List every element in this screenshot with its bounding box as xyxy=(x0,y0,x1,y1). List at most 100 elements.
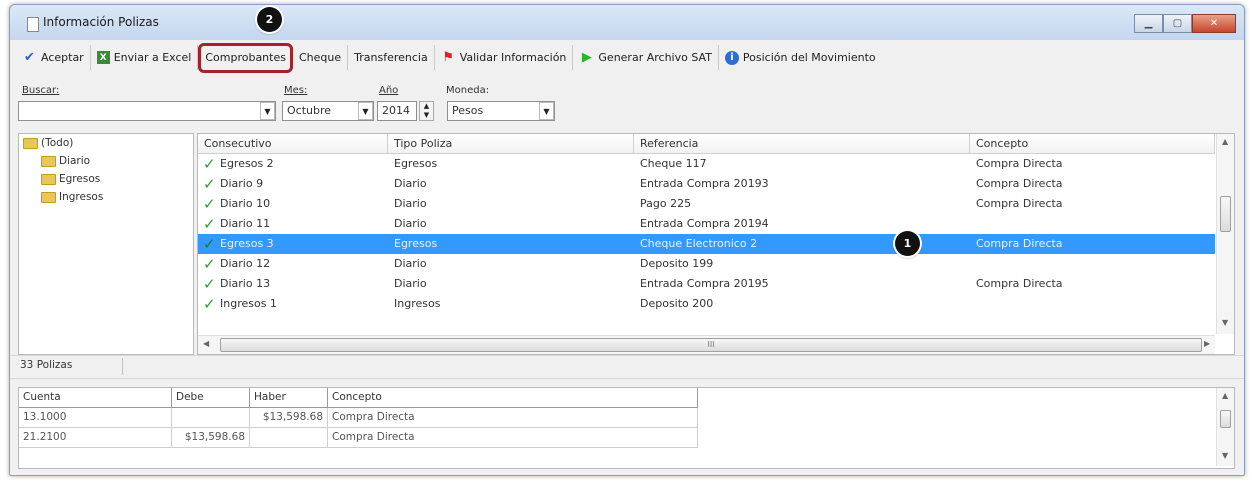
column-header-referencia[interactable]: Referencia xyxy=(634,134,970,154)
mes-label: Mes: xyxy=(284,85,308,96)
tree-node-label: (Todo) xyxy=(41,137,74,149)
table-row[interactable]: ✓ Diario 12 Diario Deposito 199 xyxy=(198,254,1215,274)
enviar-excel-button[interactable]: X Enviar a Excel xyxy=(91,45,199,70)
cell-referencia: Deposito 199 xyxy=(640,257,714,270)
tree-node-todo[interactable]: (Todo) xyxy=(23,137,73,149)
anio-label: Año xyxy=(379,85,399,96)
detail-header-debe[interactable]: Debe xyxy=(172,388,250,408)
detail-cell-debe[interactable]: $13,598.68 xyxy=(172,428,250,448)
detail-header-haber[interactable]: Haber xyxy=(250,388,328,408)
vertical-scroll-thumb[interactable] xyxy=(1220,196,1231,232)
toolbar: ✔ Aceptar X Enviar a Excel Comprobantes … xyxy=(10,42,1244,73)
cell-consecutivo: Diario 13 xyxy=(220,277,271,290)
scroll-left-icon[interactable]: ◀ xyxy=(203,339,209,348)
title-bar: Información Polizas ▁ ▢ ✕ xyxy=(10,5,1244,40)
tree-node-diario[interactable]: Diario xyxy=(41,155,90,167)
detail-cell-haber[interactable]: $13,598.68 xyxy=(250,408,328,428)
table-row-selected[interactable]: ✓ Egresos 3 Egresos Cheque Electronico 2… xyxy=(198,234,1215,254)
table-row[interactable]: ✓ Diario 13 Diario Entrada Compra 20195 … xyxy=(198,274,1215,294)
detail-cell-concepto[interactable]: Compra Directa xyxy=(328,408,698,428)
detail-cell-haber[interactable] xyxy=(250,428,328,448)
validar-informacion-button[interactable]: ⚑ Validar Información xyxy=(435,45,574,70)
cell-referencia: Pago 225 xyxy=(640,197,692,210)
detail-header-concepto[interactable]: Concepto xyxy=(328,388,698,408)
validar-informacion-label: Validar Información xyxy=(459,51,567,64)
detail-cell-cuenta[interactable]: 21.2100 xyxy=(19,428,172,448)
cell-consecutivo: Ingresos 1 xyxy=(220,297,277,310)
tree-node-label: Egresos xyxy=(59,173,101,185)
grid-horizontal-scrollbar[interactable]: ◀ III ▶ xyxy=(198,335,1215,354)
callout-badge-1: 1 xyxy=(895,231,920,256)
transferencia-button[interactable]: Transferencia xyxy=(348,45,435,70)
minimize-button[interactable]: ▁ xyxy=(1134,14,1163,33)
cell-referencia: Entrada Compra 20194 xyxy=(640,217,769,230)
check-icon: ✓ xyxy=(203,155,216,173)
aceptar-button[interactable]: ✔ Aceptar xyxy=(16,45,91,70)
column-header-consecutivo[interactable]: Consecutivo xyxy=(198,134,388,154)
scroll-up-icon[interactable]: ▲ xyxy=(1222,137,1228,146)
detail-scroll-thumb[interactable] xyxy=(1220,410,1231,428)
buscar-dropdown-arrow[interactable]: ▼ xyxy=(260,102,275,120)
horizontal-scroll-thumb[interactable]: III xyxy=(220,338,1202,352)
detail-cell-concepto[interactable]: Compra Directa xyxy=(328,428,698,448)
table-row[interactable]: ✓ Egresos 2 Egresos Cheque 117 Compra Di… xyxy=(198,154,1215,174)
detail-cell-cuenta[interactable]: 13.1000 xyxy=(19,408,172,428)
column-header-tipo-poliza[interactable]: Tipo Poliza xyxy=(388,134,634,154)
detail-vertical-scrollbar[interactable]: ▲ ▼ xyxy=(1216,388,1234,466)
cell-concepto: Compra Directa xyxy=(976,237,1063,250)
cell-tipo: Diario xyxy=(394,177,427,190)
poliza-count: 33 Polizas xyxy=(20,359,73,371)
column-header-concepto[interactable]: Concepto xyxy=(970,134,1215,154)
check-icon: ✓ xyxy=(203,275,216,293)
cell-tipo: Egresos xyxy=(394,157,438,170)
anio-spinner[interactable]: ▲ ▼ xyxy=(419,101,434,121)
tree-node-egresos[interactable]: Egresos xyxy=(41,173,100,185)
check-icon: ✓ xyxy=(203,255,216,273)
cell-concepto: Compra Directa xyxy=(976,197,1063,210)
close-button[interactable]: ✕ xyxy=(1192,14,1236,33)
cell-referencia: Entrada Compra 20193 xyxy=(640,177,769,190)
cheque-button[interactable]: Cheque xyxy=(293,45,349,70)
cell-tipo: Diario xyxy=(394,197,427,210)
mes-dropdown-arrow[interactable]: ▼ xyxy=(358,102,373,120)
generar-sat-label: Generar Archivo SAT xyxy=(598,51,712,64)
table-row[interactable]: ✓ Ingresos 1 Ingresos Deposito 200 xyxy=(198,294,1215,314)
cell-consecutivo: Egresos 2 xyxy=(220,157,274,170)
flag-icon: ⚑ xyxy=(442,50,455,65)
window-controls: ▁ ▢ ✕ xyxy=(1134,14,1236,33)
cell-referencia: Cheque Electronico 2 xyxy=(640,237,758,250)
scroll-down-icon[interactable]: ▼ xyxy=(1222,318,1228,327)
table-row[interactable]: ✓ Diario 9 Diario Entrada Compra 20193 C… xyxy=(198,174,1215,194)
play-icon: ▶ xyxy=(581,50,592,65)
table-row[interactable]: ✓ Diario 11 Diario Entrada Compra 20194 xyxy=(198,214,1215,234)
window-icon xyxy=(27,17,39,32)
moneda-label: Moneda: xyxy=(446,85,490,96)
folder-icon xyxy=(41,173,56,185)
maximize-button[interactable]: ▢ xyxy=(1163,14,1192,33)
detail-header-cuenta[interactable]: Cuenta xyxy=(19,388,172,408)
cell-referencia: Cheque 117 xyxy=(640,157,707,170)
moneda-dropdown-arrow[interactable]: ▼ xyxy=(539,102,554,120)
cell-referencia: Entrada Compra 20195 xyxy=(640,277,769,290)
folder-icon xyxy=(41,191,56,203)
folder-icon xyxy=(41,155,56,167)
detail-cell-debe[interactable] xyxy=(172,408,250,428)
cell-tipo: Diario xyxy=(394,277,427,290)
posicion-movimiento-label: Posición del Movimiento xyxy=(742,51,876,64)
anio-input[interactable]: 2014 xyxy=(377,101,417,121)
buscar-label: Buscar: xyxy=(22,85,60,96)
table-row[interactable]: ✓ Diario 10 Diario Pago 225 Compra Direc… xyxy=(198,194,1215,214)
tree-node-label: Ingresos xyxy=(59,191,104,203)
posicion-movimiento-button[interactable]: i Posición del Movimiento xyxy=(719,45,882,70)
polizas-grid: Consecutivo Tipo Poliza Referencia Conce… xyxy=(197,133,1235,355)
scroll-down-icon[interactable]: ▼ xyxy=(1222,451,1228,460)
comprobantes-button[interactable]: Comprobantes xyxy=(198,42,293,73)
tree-node-ingresos[interactable]: Ingresos xyxy=(41,191,103,203)
scroll-right-icon[interactable]: ▶ xyxy=(1204,339,1210,348)
scroll-up-icon[interactable]: ▲ xyxy=(1222,391,1228,400)
window-title: Información Polizas xyxy=(43,15,159,29)
tipo-poliza-tree: (Todo) Diario Egresos Ingresos xyxy=(18,133,194,355)
buscar-input[interactable] xyxy=(18,101,276,121)
grid-vertical-scrollbar[interactable]: ▲ ▼ xyxy=(1216,134,1234,334)
generar-sat-button[interactable]: ▶ Generar Archivo SAT xyxy=(573,45,719,70)
